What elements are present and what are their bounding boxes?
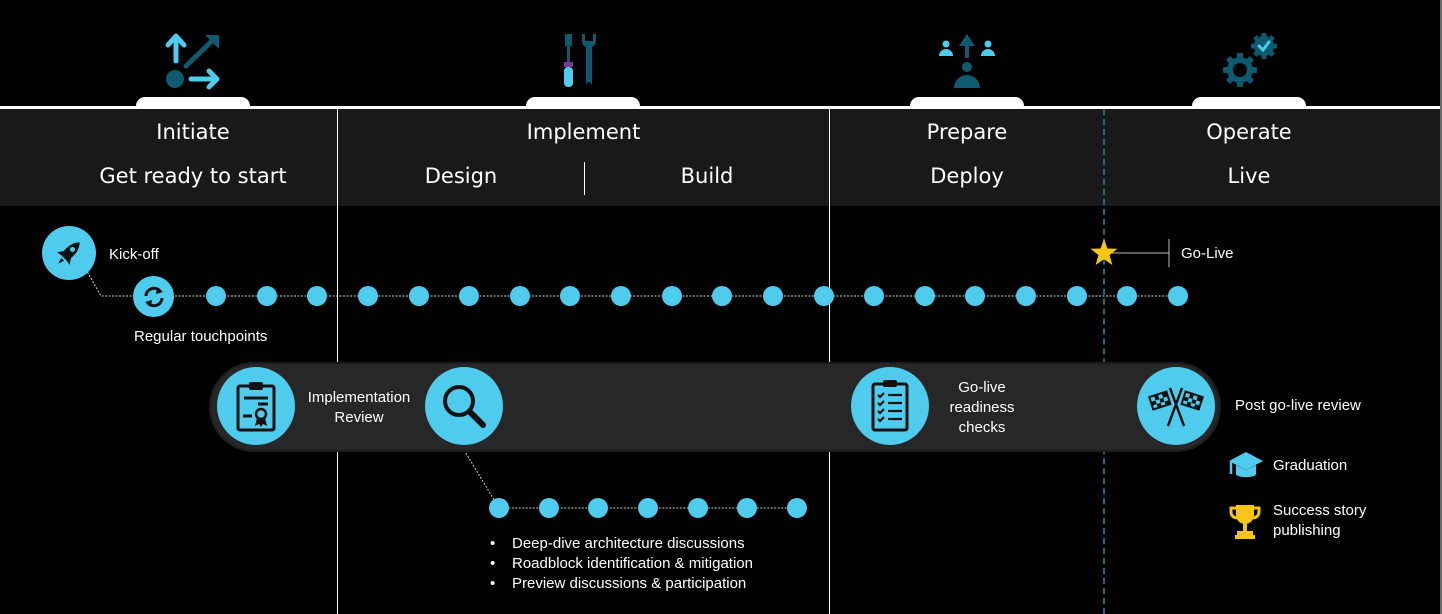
deep-dive-dot [638, 498, 658, 518]
go-live-readiness-line-2: readiness [949, 399, 1015, 416]
deep-dive-dot [538, 498, 559, 518]
checklist-icon [871, 380, 909, 432]
timeline-dot [762, 286, 783, 306]
kickoff-label: Kick-off [109, 246, 159, 263]
timeline-dot [408, 286, 429, 306]
go-live-readiness-line-3: checks [958, 419, 1006, 436]
go-live-readiness-milestone [851, 367, 929, 445]
success-story-label: Success story publishing [1273, 501, 1366, 541]
timeline-dot [661, 286, 682, 306]
star-icon [1089, 238, 1119, 267]
implementation-review-line-1: Implementation [307, 389, 411, 406]
main-timeline-line [83, 265, 1178, 297]
deep-dive-milestone [425, 367, 503, 445]
clipboard-certificate-icon [236, 382, 276, 432]
timeline-dot [1168, 286, 1188, 306]
touchpoints-milestone [133, 276, 174, 317]
go-live-label: Go-Live [1181, 245, 1234, 262]
checkered-flags-icon [1148, 387, 1204, 427]
go-live-readiness-line-1: Go-live [958, 379, 1006, 396]
kickoff-milestone [42, 226, 96, 280]
timeline-dot [256, 286, 277, 306]
rocket-icon [56, 242, 80, 266]
success-story-line-2: publishing [1273, 522, 1341, 539]
go-live-readiness-label: Go-live readiness checks [936, 378, 1028, 438]
timeline-dot [611, 286, 632, 306]
post-go-live-label: Post go-live review [1235, 397, 1361, 414]
graduation-label: Graduation [1273, 457, 1348, 474]
bullet-item: Preview discussions & participation [490, 574, 753, 594]
timeline-dot [1016, 286, 1037, 306]
timeline-dot [813, 286, 834, 306]
post-go-live-milestone [1137, 367, 1215, 445]
deep-dive-dot [489, 498, 509, 518]
success-story-line-1: Success story [1273, 502, 1367, 519]
sync-icon [144, 286, 163, 307]
bullet-item: Roadblock identification & mitigation [490, 554, 753, 574]
trophy-icon [1229, 503, 1261, 541]
timeline-connectors [83, 239, 1178, 509]
implementation-review-line-2: Review [334, 409, 384, 426]
timeline-dot [357, 286, 378, 306]
deep-dive-bullet-list: Deep-dive architecture discussions Roadb… [490, 534, 753, 594]
timeline-dot [914, 286, 935, 306]
implementation-review-label: Implementation Review [298, 388, 420, 428]
deep-dive-dot [687, 498, 708, 518]
timeline-dot [206, 286, 226, 306]
implementation-review-milestone [217, 367, 295, 445]
magnifier-icon [443, 385, 486, 428]
timeline-dot [509, 286, 530, 306]
touchpoints-label: Regular touchpoints [134, 328, 268, 345]
graduation-cap-icon [1228, 450, 1264, 482]
bullet-item: Deep-dive architecture discussions [490, 534, 753, 554]
timeline-dot [1066, 286, 1087, 306]
deep-dive-dot [787, 498, 807, 518]
